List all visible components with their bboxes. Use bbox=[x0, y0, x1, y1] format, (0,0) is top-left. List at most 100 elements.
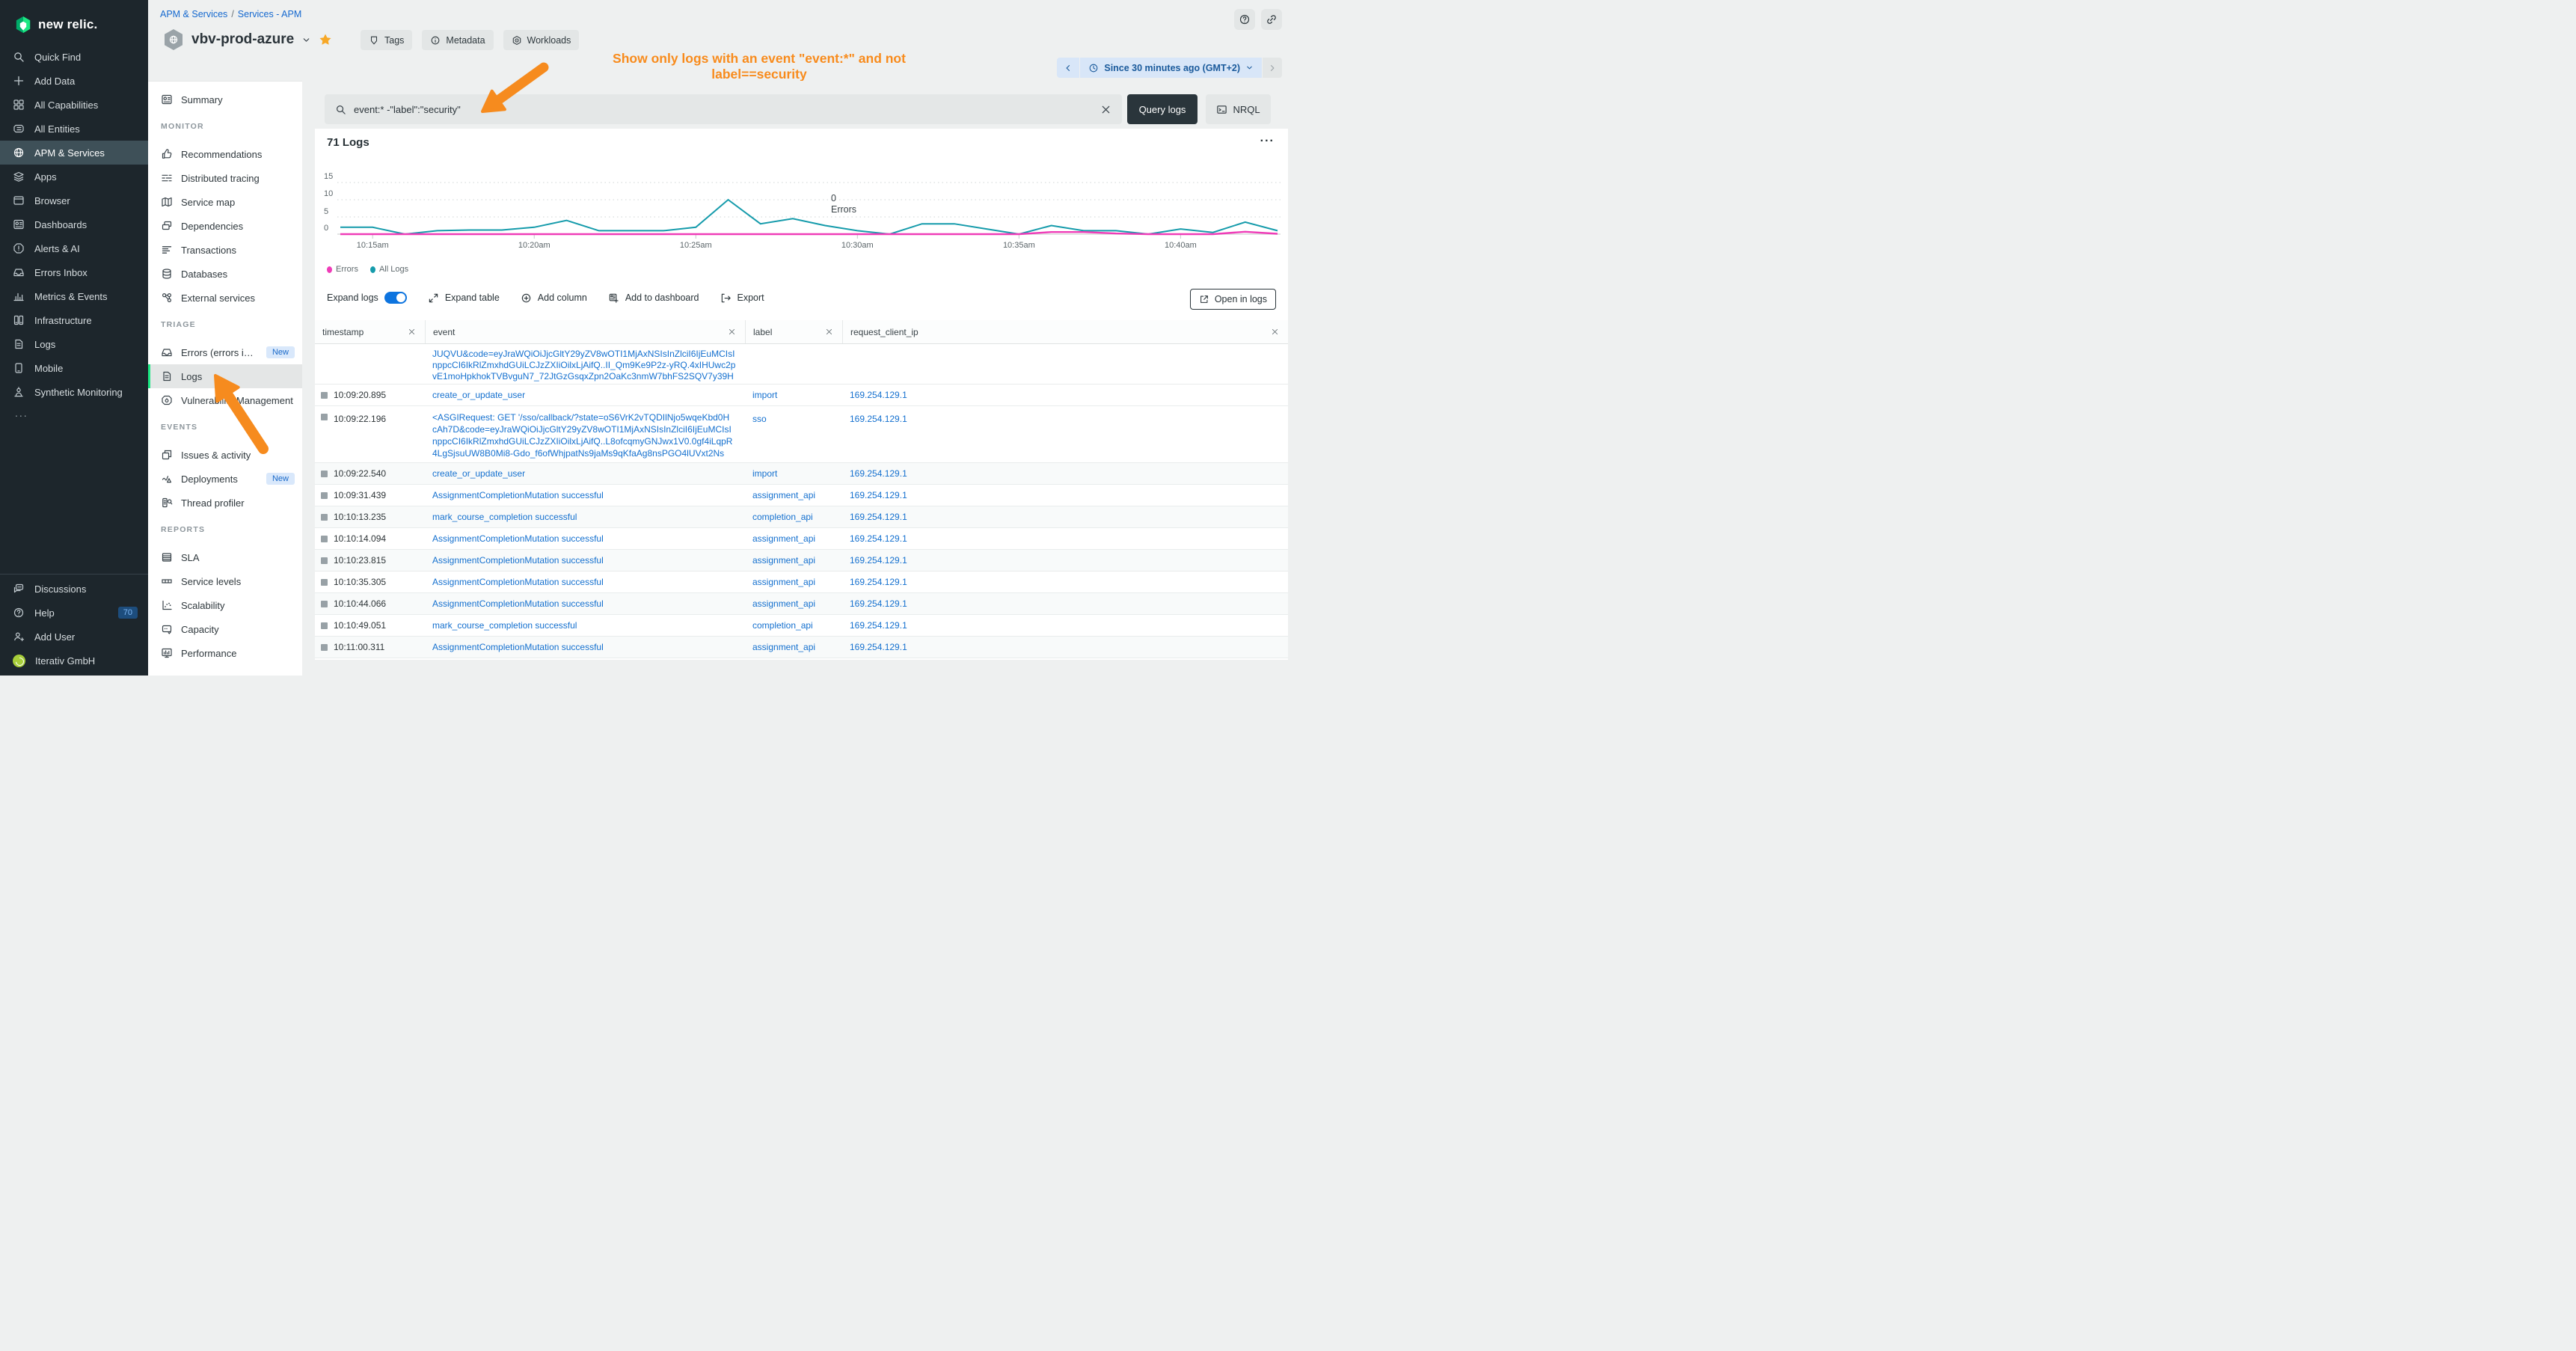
query-logs-button[interactable]: Query logs bbox=[1127, 94, 1197, 124]
event-link[interactable]: mark_course_completion successful bbox=[432, 619, 739, 631]
search-query-value[interactable]: event:* -"label":"security" bbox=[354, 104, 1093, 115]
log-row[interactable]: 10:10:49.051 mark_course_completion succ… bbox=[315, 615, 1288, 637]
sidebar-item-apps[interactable]: Apps bbox=[0, 165, 148, 189]
row-marker[interactable] bbox=[321, 414, 328, 420]
subnav-item-service-map[interactable]: Service map bbox=[148, 190, 302, 214]
remove-column-icon[interactable] bbox=[825, 328, 833, 336]
log-search-bar[interactable]: event:* -"label":"security" bbox=[325, 94, 1122, 124]
expand-table-button[interactable]: Expand table bbox=[428, 292, 500, 304]
event-link[interactable]: JUQVU&code=eyJraWQiOiJjcGltY29yZV8wOTI1M… bbox=[432, 348, 739, 359]
event-link[interactable]: AssignmentCompletionMutation successful bbox=[432, 598, 739, 610]
title-chevron-down-icon[interactable] bbox=[301, 35, 311, 45]
workloads-button[interactable]: Workloads bbox=[503, 30, 580, 50]
label-link[interactable]: assignment_api bbox=[752, 642, 815, 652]
log-row[interactable]: 10:10:35.305 AssignmentCompletionMutatio… bbox=[315, 572, 1288, 593]
add-column-button[interactable]: Add column bbox=[521, 292, 587, 304]
label-link[interactable]: import bbox=[752, 468, 777, 479]
row-marker[interactable] bbox=[321, 492, 328, 499]
subnav-item-thread-profiler[interactable]: Thread profiler bbox=[148, 491, 302, 515]
label-link[interactable]: assignment_api bbox=[752, 555, 815, 566]
log-row[interactable]: 10:09:31.439 AssignmentCompletionMutatio… bbox=[315, 485, 1288, 506]
log-row[interactable]: 10:09:22.540 create_or_update_user impor… bbox=[315, 463, 1288, 485]
row-marker[interactable] bbox=[321, 536, 328, 542]
row-marker[interactable] bbox=[321, 579, 328, 586]
remove-column-icon[interactable] bbox=[728, 328, 736, 336]
subnav-item-summary[interactable]: Summary bbox=[148, 88, 302, 111]
breadcrumb-apm-services[interactable]: APM & Services bbox=[160, 9, 227, 19]
log-row[interactable]: 10:09:20.895 create_or_update_user impor… bbox=[315, 385, 1288, 406]
subnav-item-scalability[interactable]: Scalability bbox=[148, 593, 302, 617]
sidebar-item-infrastructure[interactable]: Infrastructure bbox=[0, 308, 148, 332]
subnav-item-errors-inbox[interactable]: Errors (errors inb...New bbox=[148, 340, 302, 364]
log-row[interactable]: 10:11:00.311 AssignmentCompletionMutatio… bbox=[315, 637, 1288, 658]
ip-link[interactable]: 169.254.129.1 bbox=[850, 512, 907, 522]
logs-timeseries-chart[interactable]: 15 10 5 0 10:15am10:20am10:25am10:30am10… bbox=[315, 129, 1288, 263]
time-back-button[interactable] bbox=[1057, 58, 1079, 78]
row-marker[interactable] bbox=[321, 622, 328, 629]
toggle-on[interactable] bbox=[384, 292, 407, 304]
row-marker[interactable] bbox=[321, 557, 328, 564]
sidebar-item-alerts-ai[interactable]: Alerts & AI bbox=[0, 236, 148, 260]
ip-link[interactable]: 169.254.129.1 bbox=[850, 620, 907, 631]
event-link[interactable]: cAh7D&code=eyJraWQiOiJjcGltY29yZV8wOTI1M… bbox=[432, 423, 739, 435]
column-header-timestamp[interactable]: timestamp bbox=[315, 320, 425, 343]
log-row[interactable]: 10:10:14.094 AssignmentCompletionMutatio… bbox=[315, 528, 1288, 550]
favorite-star-icon[interactable] bbox=[319, 33, 332, 46]
subnav-item-external-services[interactable]: External services bbox=[148, 286, 302, 310]
event-link[interactable]: AssignmentCompletionMutation successful bbox=[432, 576, 739, 588]
subnav-item-dependencies[interactable]: Dependencies bbox=[148, 214, 302, 238]
column-header-request-client-ip[interactable]: request_client_ip bbox=[842, 320, 1288, 343]
time-forward-button[interactable] bbox=[1263, 58, 1282, 78]
sidebar-more-ellipsis[interactable]: ... bbox=[0, 404, 148, 419]
subnav-item-service-levels[interactable]: Service levels bbox=[148, 569, 302, 593]
label-link[interactable]: completion_api bbox=[752, 512, 813, 522]
label-link[interactable]: completion_api bbox=[752, 620, 813, 631]
subnav-item-vulnerability-management[interactable]: Vulnerability Management bbox=[148, 388, 302, 412]
label-link[interactable]: assignment_api bbox=[752, 533, 815, 544]
label-link[interactable]: assignment_api bbox=[752, 598, 815, 609]
ip-link[interactable]: 169.254.129.1 bbox=[850, 414, 907, 424]
log-row[interactable]: 10:10:23.815 AssignmentCompletionMutatio… bbox=[315, 550, 1288, 572]
event-link[interactable]: create_or_update_user bbox=[432, 389, 739, 401]
sidebar-item-add-user[interactable]: Add User bbox=[0, 625, 148, 649]
ip-link[interactable]: 169.254.129.1 bbox=[850, 577, 907, 587]
sidebar-item-quick-find[interactable]: Quick Find bbox=[0, 45, 148, 69]
clear-search-icon[interactable] bbox=[1100, 104, 1111, 115]
sidebar-item-discussions[interactable]: Discussions bbox=[0, 577, 148, 601]
legend-errors[interactable]: Errors bbox=[327, 265, 358, 274]
new-relic-logo[interactable]: new relic. bbox=[0, 0, 148, 37]
sidebar-item-dashboards[interactable]: Dashboards bbox=[0, 212, 148, 236]
log-row[interactable]: 10:10:44.066 AssignmentCompletionMutatio… bbox=[315, 593, 1288, 615]
label-link[interactable]: import bbox=[752, 390, 777, 400]
subnav-item-recommendations[interactable]: Recommendations bbox=[148, 142, 302, 166]
sidebar-item-synthetic-monitoring[interactable]: Synthetic Monitoring bbox=[0, 380, 148, 404]
column-header-label[interactable]: label bbox=[745, 320, 842, 343]
row-marker[interactable] bbox=[321, 514, 328, 521]
row-marker[interactable] bbox=[321, 392, 328, 399]
expand-logs-toggle[interactable]: Expand logs bbox=[327, 292, 407, 304]
open-in-logs-button[interactable]: Open in logs bbox=[1190, 289, 1276, 310]
help-button[interactable] bbox=[1234, 9, 1255, 30]
sidebar-item-logs[interactable]: Logs bbox=[0, 332, 148, 356]
export-button[interactable]: Export bbox=[720, 292, 764, 304]
label-link[interactable]: assignment_api bbox=[752, 490, 815, 500]
permalink-button[interactable] bbox=[1261, 9, 1282, 30]
ip-link[interactable]: 169.254.129.1 bbox=[850, 390, 907, 400]
ip-link[interactable]: 169.254.129.1 bbox=[850, 555, 907, 566]
breadcrumb-services-apm[interactable]: Services - APM bbox=[238, 9, 301, 19]
ip-link[interactable]: 169.254.129.1 bbox=[850, 468, 907, 479]
event-link[interactable]: vE1moHpkhokTVBvguN7_72JtGzGsqxZpn2OaKc3n… bbox=[432, 370, 739, 382]
column-header-event[interactable]: event bbox=[425, 320, 745, 343]
tags-button[interactable]: Tags bbox=[361, 30, 412, 50]
ip-link[interactable]: 169.254.129.1 bbox=[850, 533, 907, 544]
log-row[interactable]: JUQVU&code=eyJraWQiOiJjcGltY29yZV8wOTI1M… bbox=[315, 344, 1288, 385]
label-link[interactable]: assignment_api bbox=[752, 577, 815, 587]
remove-column-icon[interactable] bbox=[1271, 328, 1279, 336]
event-link[interactable]: mark_course_completion successful bbox=[432, 511, 739, 523]
event-link[interactable]: <ASGIRequest: GET '/sso/callback/?state=… bbox=[432, 411, 739, 423]
ip-link[interactable]: 169.254.129.1 bbox=[850, 490, 907, 500]
ip-link[interactable]: 169.254.129.1 bbox=[850, 598, 907, 609]
add-to-dashboard-button[interactable]: Add to dashboard bbox=[608, 292, 699, 304]
log-row[interactable]: 10:10:13.235 mark_course_completion succ… bbox=[315, 506, 1288, 528]
row-marker[interactable] bbox=[321, 601, 328, 607]
